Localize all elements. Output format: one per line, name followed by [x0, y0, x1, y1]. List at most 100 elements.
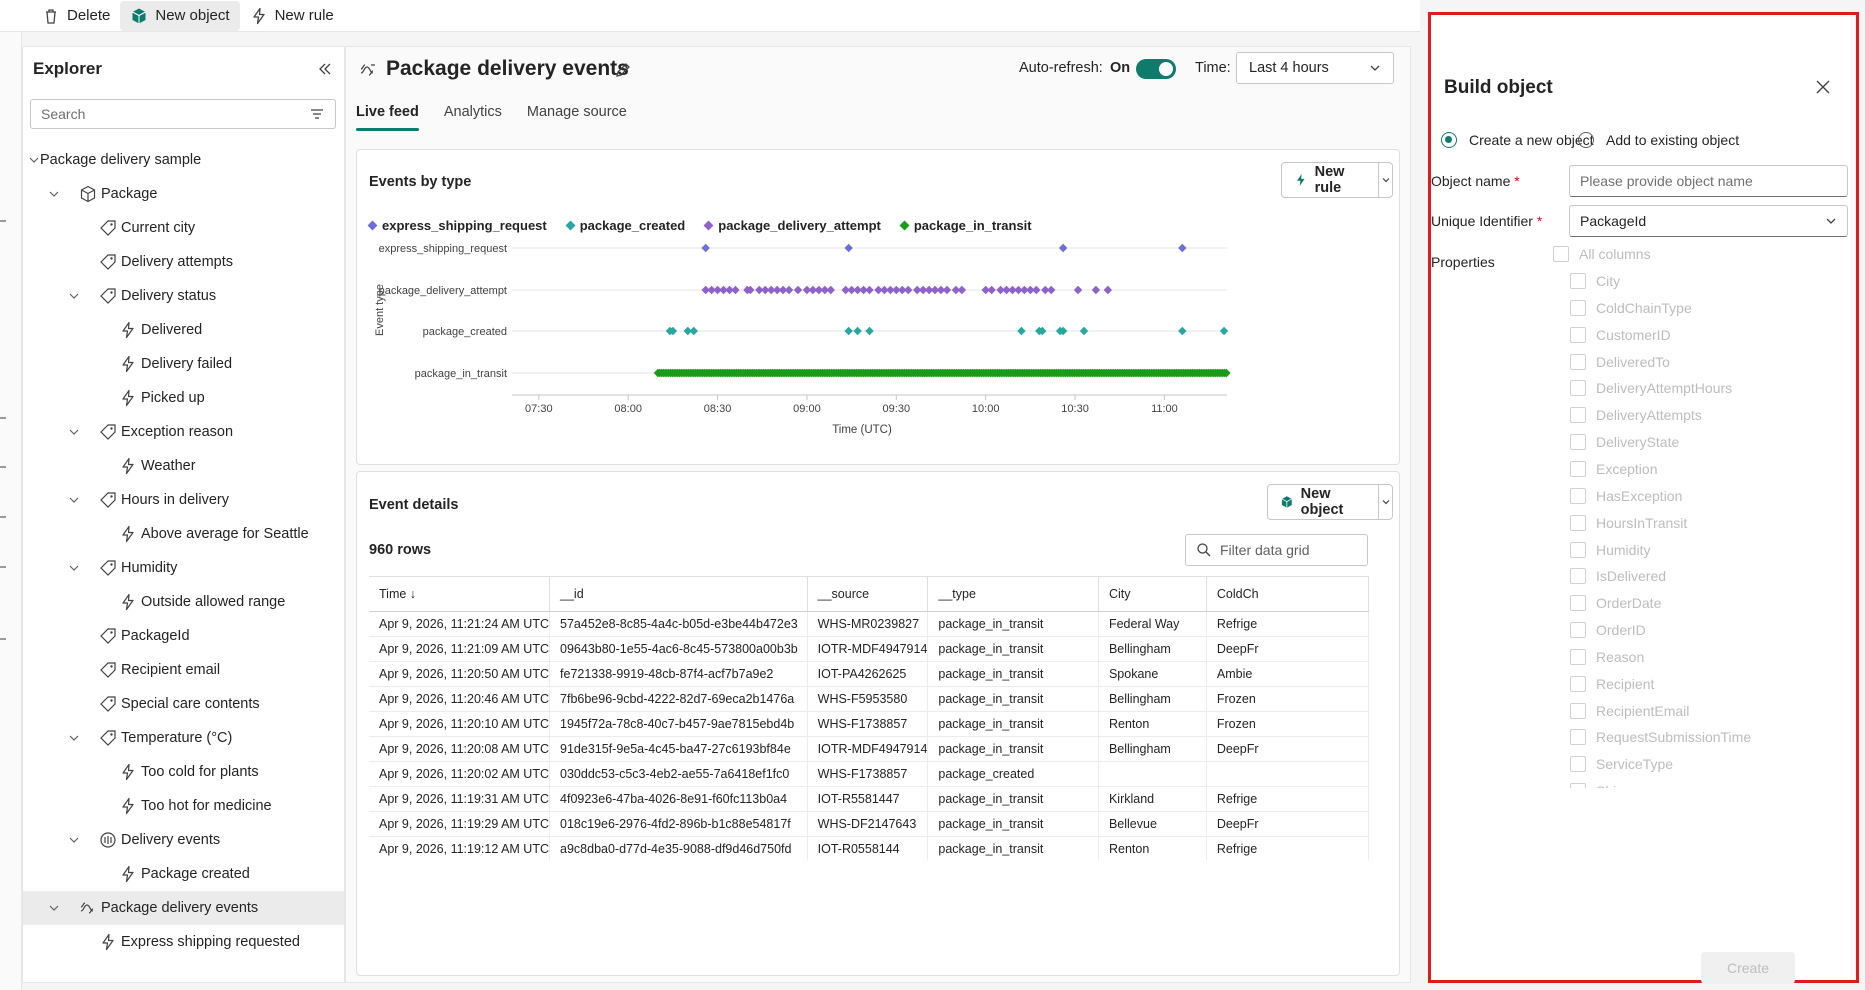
checkbox[interactable] — [1570, 622, 1586, 639]
new-object-split-button[interactable]: New object — [1267, 484, 1393, 520]
new-object-button[interactable]: New object — [120, 0, 240, 31]
table-row[interactable]: Apr 9, 2026, 11:21:24 AM UTC 57a452e8-8c8… — [369, 611, 1369, 637]
tree-item[interactable]: Above average for Seattle — [23, 517, 344, 551]
tree-item[interactable]: Package delivery sample — [23, 143, 344, 177]
table-row[interactable]: Apr 9, 2026, 11:20:02 AM UTC 030ddc53-c5c… — [369, 761, 1369, 787]
property-checkbox[interactable]: Humidity — [1570, 541, 1650, 558]
create-button[interactable]: Create — [1701, 952, 1795, 984]
tree-item[interactable]: Current city — [23, 211, 344, 245]
checkbox[interactable] — [1570, 595, 1586, 612]
tree-item[interactable]: Too cold for plants — [23, 755, 344, 789]
table-row[interactable]: Apr 9, 2026, 11:20:10 AM UTC 1945f72a-78c… — [369, 711, 1369, 737]
panel-scrollbar[interactable] — [1850, 15, 1856, 980]
column-header[interactable]: ColdCh — [1206, 577, 1369, 612]
tree-item[interactable]: Exception reason — [23, 415, 344, 449]
property-checkbox[interactable]: DeliveryAttempts — [1570, 407, 1702, 424]
tree-item[interactable]: Delivery failed — [23, 347, 344, 381]
chevron-down-icon[interactable] — [68, 732, 80, 744]
checkbox[interactable] — [1570, 460, 1586, 477]
tree-item[interactable]: Delivery attempts — [23, 245, 344, 279]
chevron-down-icon[interactable] — [68, 494, 80, 506]
chevron-down-icon[interactable] — [28, 154, 40, 166]
property-checkbox[interactable]: DeliveryAttemptHours — [1570, 380, 1732, 397]
tree-item[interactable]: Delivered — [23, 313, 344, 347]
tree-item[interactable]: Package delivery events — [23, 891, 344, 925]
checkbox[interactable] — [1570, 487, 1586, 504]
property-checkbox[interactable]: CustomerID — [1570, 326, 1671, 343]
checkbox[interactable] — [1570, 407, 1586, 424]
tree-item[interactable]: Package — [23, 177, 344, 211]
property-checkbox[interactable]: HasException — [1570, 487, 1682, 504]
column-header[interactable]: __type — [927, 577, 1099, 612]
property-checkbox[interactable]: City — [1570, 273, 1620, 289]
tab-live-feed[interactable]: Live feed — [356, 99, 419, 131]
checkbox[interactable] — [1570, 783, 1586, 788]
tree-item[interactable]: Delivery status — [23, 279, 344, 313]
filter-grid-input[interactable]: Filter data grid — [1185, 534, 1368, 566]
property-checkbox[interactable]: DeliveryState — [1570, 434, 1679, 451]
tree-item[interactable]: Special care contents — [23, 687, 344, 721]
property-checkbox[interactable]: Exception — [1570, 460, 1657, 477]
chevron-down-icon[interactable] — [68, 834, 80, 846]
checkbox[interactable] — [1570, 380, 1586, 397]
checkbox[interactable] — [1570, 568, 1586, 585]
property-checkbox[interactable]: RequestSubmissionTime — [1570, 729, 1751, 746]
tree-item[interactable]: Recipient email — [23, 653, 344, 687]
new-rule-button[interactable]: New rule — [240, 1, 344, 31]
new-object-main[interactable]: New object — [1268, 485, 1378, 519]
property-checkbox[interactable]: IsDelivered — [1570, 568, 1666, 585]
property-checkbox[interactable]: ServiceType — [1570, 756, 1673, 773]
property-checkbox[interactable]: Shipper — [1570, 783, 1644, 788]
chevron-down-icon[interactable] — [68, 562, 80, 574]
checkbox[interactable] — [1570, 675, 1586, 692]
checkbox[interactable] — [1570, 514, 1586, 531]
property-checkbox[interactable]: RecipientEmail — [1570, 702, 1689, 719]
tree-item[interactable]: Weather — [23, 449, 344, 483]
checkbox[interactable] — [1570, 299, 1586, 316]
explorer-search-input[interactable]: Search — [30, 99, 336, 129]
new-rule-dropdown[interactable] — [1378, 163, 1392, 197]
checkbox[interactable] — [1570, 756, 1586, 773]
checkbox[interactable] — [1570, 702, 1586, 719]
table-row[interactable]: Apr 9, 2026, 11:20:46 AM UTC 7fb6be96-9cb… — [369, 686, 1369, 712]
table-row[interactable]: Apr 9, 2026, 11:21:09 AM UTC 09643b80-1e5… — [369, 636, 1369, 662]
checkbox[interactable] — [1570, 326, 1586, 343]
table-row[interactable]: Apr 9, 2026, 11:19:31 AM UTC 4f0923e6-47b… — [369, 786, 1369, 812]
tree-item[interactable]: Express shipping requested — [23, 925, 344, 959]
property-checkbox[interactable]: ColdChainType — [1570, 299, 1692, 316]
new-rule-split-button[interactable]: New rule — [1281, 162, 1393, 198]
auto-refresh-toggle[interactable] — [1136, 59, 1176, 79]
chevron-down-icon[interactable] — [68, 290, 80, 302]
checkbox[interactable] — [1570, 353, 1586, 370]
delete-button[interactable]: Delete — [32, 1, 120, 31]
tree-item[interactable]: Delivery events — [23, 823, 344, 857]
tree-item[interactable]: Outside allowed range — [23, 585, 344, 619]
collapse-pane-icon[interactable] — [314, 59, 334, 79]
tree-item[interactable]: Temperature (°C) — [23, 721, 344, 755]
tree-item[interactable]: PackageId — [23, 619, 344, 653]
table-row[interactable]: Apr 9, 2026, 11:19:29 AM UTC 018c19e6-297… — [369, 811, 1369, 837]
time-range-select[interactable]: Last 4 hours — [1236, 52, 1394, 84]
property-checkbox[interactable]: DeliveredTo — [1570, 353, 1670, 370]
pencil-icon[interactable] — [614, 61, 632, 79]
table-row[interactable]: Apr 9, 2026, 11:20:50 AM UTC fe721338-991… — [369, 661, 1369, 687]
property-checkbox[interactable]: OrderID — [1570, 622, 1646, 639]
tree-item[interactable]: Too hot for medicine — [23, 789, 344, 823]
tree-item[interactable]: Package created — [23, 857, 344, 891]
checkbox[interactable] — [1570, 729, 1586, 746]
column-header[interactable]: __id — [549, 577, 808, 612]
table-row[interactable]: Apr 9, 2026, 11:20:08 AM UTC 91de315f-9e5… — [369, 736, 1369, 762]
chevron-down-icon[interactable] — [48, 902, 60, 914]
column-header[interactable]: City — [1098, 577, 1207, 612]
property-checkbox[interactable]: OrderDate — [1570, 595, 1661, 612]
tab-manage-source[interactable]: Manage source — [527, 99, 627, 131]
chevron-down-icon[interactable] — [48, 188, 60, 200]
chevron-down-icon[interactable] — [68, 426, 80, 438]
column-header[interactable]: Time ↓ — [369, 577, 551, 612]
tree-item[interactable]: Humidity — [23, 551, 344, 585]
property-checkbox[interactable]: Recipient — [1570, 675, 1654, 692]
checkbox[interactable] — [1570, 273, 1586, 289]
new-rule-main[interactable]: New rule — [1282, 163, 1378, 197]
new-object-dropdown[interactable] — [1378, 485, 1392, 519]
table-row[interactable]: Apr 9, 2026, 11:19:12 AM UTC a9c8dba0-d77… — [369, 836, 1369, 860]
